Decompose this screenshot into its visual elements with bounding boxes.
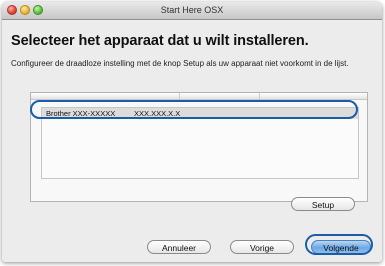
list-empty-area xyxy=(42,119,358,178)
instruction-text: Configureer de draadloze instelling met … xyxy=(11,59,349,68)
setup-button[interactable]: Setup xyxy=(291,197,355,211)
column-header-model[interactable] xyxy=(179,93,260,99)
next-button-highlight xyxy=(305,234,373,255)
page-title: Selecteer het apparaat dat u wilt instal… xyxy=(11,33,309,49)
back-button[interactable]: Vorige xyxy=(230,240,294,254)
column-header-name[interactable] xyxy=(31,93,180,99)
installer-window: Start Here OSX Selecteer het apparaat da… xyxy=(2,2,382,262)
device-row-highlight xyxy=(30,100,358,119)
window-title: Start Here OSX xyxy=(160,5,224,15)
cancel-button[interactable]: Annuleer xyxy=(147,240,211,254)
list-header xyxy=(31,93,367,100)
title-bar: Start Here OSX xyxy=(2,2,382,20)
